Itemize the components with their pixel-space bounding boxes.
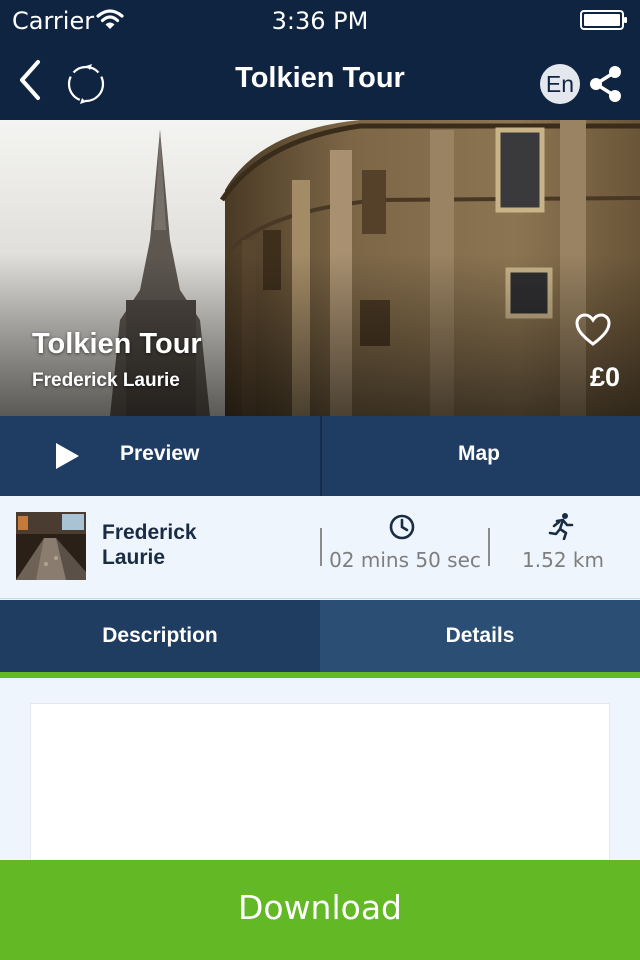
refresh-icon xyxy=(67,64,105,104)
author-avatar xyxy=(16,512,86,580)
download-button[interactable]: Download xyxy=(0,860,640,960)
tour-duration: 02 mins 50 sec xyxy=(329,548,481,572)
nav-bar: Tolkien Tour En xyxy=(0,40,640,120)
tour-distance: 1.52 km xyxy=(522,548,604,572)
tab-details-label: Details xyxy=(445,624,515,647)
back-button[interactable] xyxy=(8,58,52,102)
battery-icon xyxy=(580,10,627,30)
play-icon xyxy=(56,443,79,469)
back-icon xyxy=(20,60,40,100)
preview-button[interactable]: Preview xyxy=(0,416,320,496)
share-button[interactable] xyxy=(588,64,624,104)
language-button[interactable]: En xyxy=(540,64,580,104)
hero-author: Frederick Laurie xyxy=(32,370,180,391)
status-bar: Carrier 3:36 PM xyxy=(0,0,640,40)
tab-details[interactable]: Details xyxy=(320,600,640,678)
status-time: 3:36 PM xyxy=(271,7,369,35)
tour-info-row: Frederick Laurie 02 mins 50 sec 1.52 km xyxy=(0,496,640,599)
action-bar: Preview Map xyxy=(0,416,640,496)
clock-icon xyxy=(389,514,415,540)
map-label: Map xyxy=(458,442,500,465)
tab-description[interactable]: Description xyxy=(0,600,320,678)
preview-label: Preview xyxy=(120,442,200,465)
favorite-button[interactable] xyxy=(574,312,612,348)
price-label: £0 xyxy=(589,362,620,392)
share-icon xyxy=(590,66,621,102)
heart-icon xyxy=(575,313,611,346)
map-button[interactable]: Map xyxy=(322,416,640,496)
tab-description-label: Description xyxy=(102,624,218,647)
refresh-button[interactable] xyxy=(62,60,110,108)
hero-title: Tolkien Tour xyxy=(32,328,202,360)
tab-bar: Description Details xyxy=(0,600,640,678)
runner-icon xyxy=(548,513,574,540)
hero-banner: Tolkien Tour Frederick Laurie £0 xyxy=(0,120,640,416)
author-name: Frederick Laurie xyxy=(102,521,197,569)
